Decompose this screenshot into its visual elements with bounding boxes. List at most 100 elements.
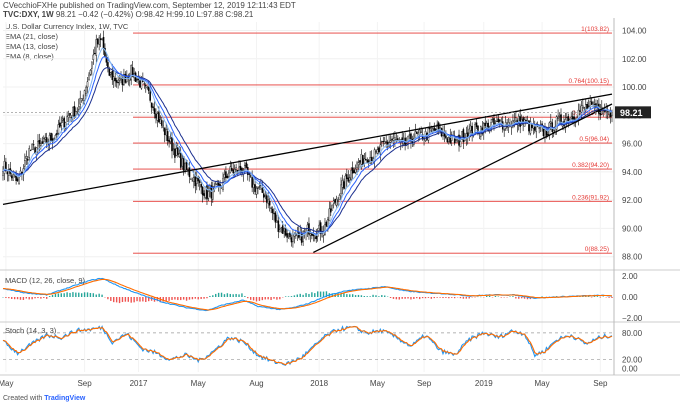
price-tick-label: 94.00 <box>622 168 643 177</box>
macd-histogram-bar <box>13 297 16 300</box>
macd-histogram-bar <box>69 292 71 297</box>
candle-body <box>238 166 240 171</box>
candle-body <box>232 169 234 174</box>
fib-label: 0.5(96.04) <box>579 136 609 143</box>
candle-body <box>41 141 44 144</box>
macd-histogram-bar <box>113 297 115 303</box>
macd-histogram-bar <box>145 297 147 302</box>
macd-histogram-bar <box>596 296 599 297</box>
candle-body <box>63 117 65 128</box>
candle-body <box>268 200 271 206</box>
candle-body <box>496 120 498 122</box>
candle-body <box>163 127 166 136</box>
candle-body <box>89 70 92 75</box>
macd-histogram-bar <box>351 294 354 297</box>
price-tick-label: 88.00 <box>622 253 643 262</box>
macd-histogram-bar <box>279 297 281 300</box>
candle-body <box>270 207 272 209</box>
candle-body <box>107 62 109 68</box>
macd-histogram-bar <box>488 295 491 297</box>
candle-body <box>503 129 505 131</box>
macd-histogram-bar <box>89 292 92 297</box>
time-tick-label: Sep <box>77 379 92 388</box>
candle-body <box>10 175 13 179</box>
time-tick-label: Sep <box>417 379 432 388</box>
candle-body <box>85 87 87 94</box>
candle-body <box>66 116 68 122</box>
macd-histogram-bar <box>252 297 255 301</box>
macd-histogram-bar <box>523 297 526 299</box>
candle-body <box>226 175 229 178</box>
macd-histogram-bar <box>66 292 68 297</box>
candle-body <box>59 122 61 128</box>
candle-body <box>130 64 132 81</box>
candle-body <box>139 80 141 88</box>
macd-tick-label: 2.00 <box>622 272 638 281</box>
candle-body <box>69 112 71 116</box>
candle-body <box>57 124 60 134</box>
macd-histogram-bar <box>346 294 348 297</box>
candle-body <box>83 90 86 101</box>
ema-8-line <box>2 47 613 237</box>
candle-body <box>70 116 73 118</box>
candle-body <box>433 127 436 131</box>
macd-histogram-bar <box>43 297 45 299</box>
price-tick-label: 96.00 <box>622 140 643 149</box>
candle-body <box>48 134 51 145</box>
price-tick-label: 90.00 <box>622 224 643 233</box>
candle-body <box>13 176 16 178</box>
candle-body <box>587 105 590 107</box>
macd-histogram-bar <box>40 297 42 299</box>
candle-body <box>201 186 204 196</box>
candle-body <box>363 158 366 164</box>
candle-body <box>341 180 344 188</box>
macd-histogram-bar <box>599 297 602 298</box>
candle-body <box>448 137 450 142</box>
fib-label: 0(88.25) <box>585 246 609 253</box>
candle-body <box>96 38 99 45</box>
stoch-tick-label: 0.00 <box>622 364 638 373</box>
candle-body <box>34 147 36 154</box>
macd-histogram-bar <box>421 297 424 299</box>
candle-body <box>76 111 79 113</box>
macd-histogram-bar <box>395 297 398 300</box>
candle-body <box>353 170 355 174</box>
candle-body <box>344 175 347 190</box>
candle-body <box>159 119 162 124</box>
tradingview-logo[interactable]: TradingView <box>44 395 85 402</box>
macd-histogram-bar <box>430 297 433 299</box>
candle-body <box>375 151 377 153</box>
candle-body <box>394 137 396 141</box>
candle-body <box>156 113 159 121</box>
candle-body <box>547 134 549 136</box>
candle-body <box>43 138 45 142</box>
candle-body <box>290 237 293 243</box>
macd-histogram-bar <box>188 297 191 300</box>
macd-histogram-bar <box>95 294 97 297</box>
candle-body <box>216 183 218 185</box>
candle-body <box>118 78 121 81</box>
stoch-tick-label: 80.00 <box>622 329 643 338</box>
macd-histogram-bar <box>381 295 383 297</box>
macd-tick-label: 0.00 <box>622 293 638 302</box>
candle-body <box>257 187 259 189</box>
candle-body <box>360 154 363 165</box>
candle-body <box>491 119 494 121</box>
candle-body <box>276 220 278 223</box>
candle-body <box>392 138 395 141</box>
macd-histogram-bar <box>375 295 377 297</box>
macd-histogram-bar <box>398 297 400 300</box>
candle-body <box>244 165 246 171</box>
macd-histogram-bar <box>267 297 269 300</box>
candle-body <box>258 186 261 188</box>
macd-histogram-bar <box>459 297 462 299</box>
fib-label: 0.382(94.20) <box>572 162 609 169</box>
candle-body <box>324 224 326 235</box>
footer-created: Created with <box>3 395 43 402</box>
candle-body <box>24 160 26 167</box>
candle-body <box>475 122 478 128</box>
candle-body <box>214 183 217 186</box>
candle-body <box>29 149 32 151</box>
macd-histogram-bar <box>427 297 430 298</box>
candle-body <box>191 180 194 182</box>
